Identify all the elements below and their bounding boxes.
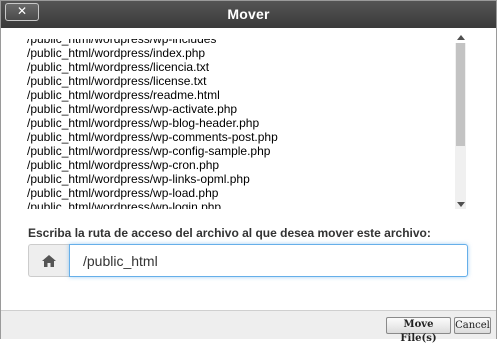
file-list-item: /public_html/wordpress/index.php	[27, 46, 206, 60]
destination-label: Escriba la ruta de acceso del archivo al…	[28, 226, 431, 240]
file-list-scrollbar[interactable]	[455, 35, 466, 209]
file-list-item: /public_html/wordpress/readme.html	[27, 88, 220, 102]
scroll-thumb[interactable]	[456, 43, 465, 146]
file-list-item: /public_html/wordpress/license.txt	[27, 74, 207, 88]
dialog-title: Mover	[227, 6, 270, 22]
dialog-titlebar: ✕ Mover	[1, 1, 496, 28]
file-list-item: /public_html/wordpress/wp-load.php	[27, 186, 219, 200]
dialog-footer: Move File(s) Cancel	[1, 310, 496, 344]
file-list-item: /public_html/wordpress/wp-cron.php	[27, 158, 220, 172]
file-list-item: /public_html/wordpress/wp-activate.php	[27, 102, 238, 116]
file-list-item: /public_html/wordpress/wp-blog-header.ph…	[27, 116, 260, 130]
home-icon	[42, 255, 56, 267]
file-list-item: /public_html/wordpress/wp-comments-post.…	[27, 130, 278, 144]
move-files-button[interactable]: Move File(s)	[386, 317, 451, 344]
file-list-item: /public_html/wordpress/wp-login.php	[27, 200, 222, 209]
scroll-down-icon[interactable]	[457, 202, 465, 207]
move-dialog: ✕ Mover /public_html/wordpress/wp-includ…	[0, 0, 497, 344]
cancel-button[interactable]: Cancel	[454, 317, 491, 334]
file-list-item: /public_html/wordpress/wp-includes	[27, 39, 217, 46]
file-list[interactable]: /public_html/wordpress/wp-includes/publi…	[27, 39, 469, 209]
scroll-up-icon[interactable]	[457, 35, 465, 40]
file-list-item: /public_html/wordpress/wp-config-sample.…	[27, 144, 271, 158]
home-addon	[28, 244, 69, 277]
file-list-item: /public_html/wordpress/wp-links-opml.php	[27, 172, 250, 186]
file-list-item: /public_html/wordpress/licencia.txt	[27, 60, 210, 74]
destination-path-input[interactable]	[69, 244, 468, 277]
destination-path-group	[28, 244, 468, 277]
